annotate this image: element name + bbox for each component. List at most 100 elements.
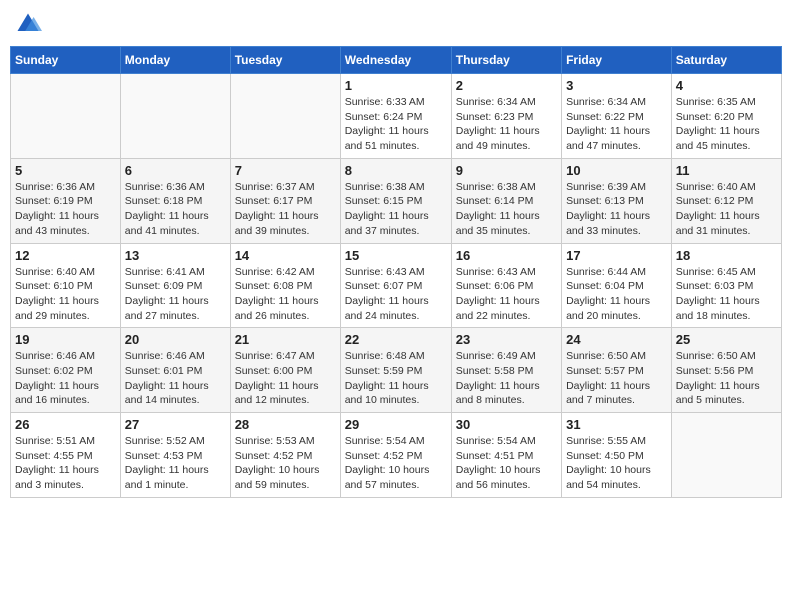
calendar-cell: 17 Sunrise: 6:44 AM Sunset: 6:04 PM Dayli…: [562, 243, 672, 328]
day-info: Sunrise: 6:38 AM Sunset: 6:14 PM Dayligh…: [456, 180, 557, 239]
day-header-friday: Friday: [562, 47, 672, 74]
calendar-week-4: 19 Sunrise: 6:46 AM Sunset: 6:02 PM Dayli…: [11, 328, 782, 413]
calendar-cell: 15 Sunrise: 6:43 AM Sunset: 6:07 PM Dayli…: [340, 243, 451, 328]
day-number: 21: [235, 332, 336, 347]
day-number: 10: [566, 163, 667, 178]
day-number: 19: [15, 332, 116, 347]
calendar-cell: 12 Sunrise: 6:40 AM Sunset: 6:10 PM Dayli…: [11, 243, 121, 328]
day-info: Sunrise: 6:36 AM Sunset: 6:18 PM Dayligh…: [125, 180, 226, 239]
day-info: Sunrise: 6:37 AM Sunset: 6:17 PM Dayligh…: [235, 180, 336, 239]
day-info: Sunrise: 6:39 AM Sunset: 6:13 PM Dayligh…: [566, 180, 667, 239]
calendar-cell: 1 Sunrise: 6:33 AM Sunset: 6:24 PM Daylig…: [340, 74, 451, 159]
calendar-cell: 29 Sunrise: 5:54 AM Sunset: 4:52 PM Dayli…: [340, 413, 451, 498]
day-number: 12: [15, 248, 116, 263]
day-number: 18: [676, 248, 777, 263]
calendar-cell: 10 Sunrise: 6:39 AM Sunset: 6:13 PM Dayli…: [562, 158, 672, 243]
calendar-cell: [230, 74, 340, 159]
day-number: 26: [15, 417, 116, 432]
day-number: 22: [345, 332, 447, 347]
day-number: 30: [456, 417, 557, 432]
day-info: Sunrise: 6:43 AM Sunset: 6:06 PM Dayligh…: [456, 265, 557, 324]
day-number: 31: [566, 417, 667, 432]
day-info: Sunrise: 5:54 AM Sunset: 4:52 PM Dayligh…: [345, 434, 447, 493]
day-info: Sunrise: 5:54 AM Sunset: 4:51 PM Dayligh…: [456, 434, 557, 493]
calendar-cell: 31Sunrise: 5:55 AM Sunset: 4:50 PM Dayli…: [562, 413, 672, 498]
calendar-cell: [120, 74, 230, 159]
day-number: 8: [345, 163, 447, 178]
calendar-week-3: 12 Sunrise: 6:40 AM Sunset: 6:10 PM Dayli…: [11, 243, 782, 328]
calendar-cell: 11 Sunrise: 6:40 AM Sunset: 6:12 PM Dayli…: [671, 158, 781, 243]
day-number: 6: [125, 163, 226, 178]
calendar-week-2: 5Sunrise: 6:36 AM Sunset: 6:19 PM Daylig…: [11, 158, 782, 243]
calendar-cell: 2 Sunrise: 6:34 AM Sunset: 6:23 PM Daylig…: [451, 74, 561, 159]
calendar-cell: 21Sunrise: 6:47 AM Sunset: 6:00 PM Dayli…: [230, 328, 340, 413]
logo: [14, 10, 46, 38]
day-info: Sunrise: 6:40 AM Sunset: 6:12 PM Dayligh…: [676, 180, 777, 239]
day-info: Sunrise: 6:41 AM Sunset: 6:09 PM Dayligh…: [125, 265, 226, 324]
day-number: 23: [456, 332, 557, 347]
calendar-cell: 5Sunrise: 6:36 AM Sunset: 6:19 PM Daylig…: [11, 158, 121, 243]
calendar-cell: 4 Sunrise: 6:35 AM Sunset: 6:20 PM Daylig…: [671, 74, 781, 159]
day-info: Sunrise: 6:43 AM Sunset: 6:07 PM Dayligh…: [345, 265, 447, 324]
day-info: Sunrise: 6:34 AM Sunset: 6:22 PM Dayligh…: [566, 95, 667, 154]
day-number: 14: [235, 248, 336, 263]
day-info: Sunrise: 6:50 AM Sunset: 5:57 PM Dayligh…: [566, 349, 667, 408]
calendar-week-1: 1 Sunrise: 6:33 AM Sunset: 6:24 PM Daylig…: [11, 74, 782, 159]
calendar-cell: 22Sunrise: 6:48 AM Sunset: 5:59 PM Dayli…: [340, 328, 451, 413]
calendar-cell: 9 Sunrise: 6:38 AM Sunset: 6:14 PM Daylig…: [451, 158, 561, 243]
calendar-cell: 14Sunrise: 6:42 AM Sunset: 6:08 PM Dayli…: [230, 243, 340, 328]
day-header-wednesday: Wednesday: [340, 47, 451, 74]
day-info: Sunrise: 5:52 AM Sunset: 4:53 PM Dayligh…: [125, 434, 226, 493]
calendar-cell: 3 Sunrise: 6:34 AM Sunset: 6:22 PM Daylig…: [562, 74, 672, 159]
day-info: Sunrise: 6:40 AM Sunset: 6:10 PM Dayligh…: [15, 265, 116, 324]
day-number: 28: [235, 417, 336, 432]
day-number: 15: [345, 248, 447, 263]
day-header-saturday: Saturday: [671, 47, 781, 74]
day-info: Sunrise: 6:35 AM Sunset: 6:20 PM Dayligh…: [676, 95, 777, 154]
day-header-sunday: Sunday: [11, 47, 121, 74]
day-number: 11: [676, 163, 777, 178]
day-info: Sunrise: 5:53 AM Sunset: 4:52 PM Dayligh…: [235, 434, 336, 493]
day-number: 27: [125, 417, 226, 432]
day-number: 5: [15, 163, 116, 178]
calendar-cell: 8 Sunrise: 6:38 AM Sunset: 6:15 PM Daylig…: [340, 158, 451, 243]
day-info: Sunrise: 6:34 AM Sunset: 6:23 PM Dayligh…: [456, 95, 557, 154]
day-number: 9: [456, 163, 557, 178]
logo-icon: [14, 10, 42, 38]
calendar-header-row: SundayMondayTuesdayWednesdayThursdayFrid…: [11, 47, 782, 74]
calendar-table: SundayMondayTuesdayWednesdayThursdayFrid…: [10, 46, 782, 498]
day-number: 29: [345, 417, 447, 432]
page-header: [10, 10, 782, 38]
day-info: Sunrise: 6:49 AM Sunset: 5:58 PM Dayligh…: [456, 349, 557, 408]
day-info: Sunrise: 6:45 AM Sunset: 6:03 PM Dayligh…: [676, 265, 777, 324]
calendar-cell: [11, 74, 121, 159]
calendar-cell: 26Sunrise: 5:51 AM Sunset: 4:55 PM Dayli…: [11, 413, 121, 498]
day-number: 1: [345, 78, 447, 93]
day-number: 3: [566, 78, 667, 93]
calendar-cell: 24 Sunrise: 6:50 AM Sunset: 5:57 PM Dayli…: [562, 328, 672, 413]
day-number: 24: [566, 332, 667, 347]
calendar-cell: 23 Sunrise: 6:49 AM Sunset: 5:58 PM Dayli…: [451, 328, 561, 413]
day-number: 2: [456, 78, 557, 93]
day-number: 4: [676, 78, 777, 93]
calendar-cell: 16Sunrise: 6:43 AM Sunset: 6:06 PM Dayli…: [451, 243, 561, 328]
day-info: Sunrise: 6:50 AM Sunset: 5:56 PM Dayligh…: [676, 349, 777, 408]
calendar-cell: 28 Sunrise: 5:53 AM Sunset: 4:52 PM Dayli…: [230, 413, 340, 498]
calendar-cell: 18 Sunrise: 6:45 AM Sunset: 6:03 PM Dayli…: [671, 243, 781, 328]
day-number: 7: [235, 163, 336, 178]
day-info: Sunrise: 6:46 AM Sunset: 6:02 PM Dayligh…: [15, 349, 116, 408]
day-info: Sunrise: 6:38 AM Sunset: 6:15 PM Dayligh…: [345, 180, 447, 239]
day-info: Sunrise: 6:33 AM Sunset: 6:24 PM Dayligh…: [345, 95, 447, 154]
day-number: 20: [125, 332, 226, 347]
calendar-cell: 25 Sunrise: 6:50 AM Sunset: 5:56 PM Dayli…: [671, 328, 781, 413]
day-number: 25: [676, 332, 777, 347]
calendar-cell: 20 Sunrise: 6:46 AM Sunset: 6:01 PM Dayli…: [120, 328, 230, 413]
calendar-cell: 7 Sunrise: 6:37 AM Sunset: 6:17 PM Daylig…: [230, 158, 340, 243]
day-info: Sunrise: 6:46 AM Sunset: 6:01 PM Dayligh…: [125, 349, 226, 408]
day-header-monday: Monday: [120, 47, 230, 74]
day-info: Sunrise: 6:44 AM Sunset: 6:04 PM Dayligh…: [566, 265, 667, 324]
calendar-cell: 6 Sunrise: 6:36 AM Sunset: 6:18 PM Daylig…: [120, 158, 230, 243]
day-header-tuesday: Tuesday: [230, 47, 340, 74]
day-number: 17: [566, 248, 667, 263]
day-header-thursday: Thursday: [451, 47, 561, 74]
